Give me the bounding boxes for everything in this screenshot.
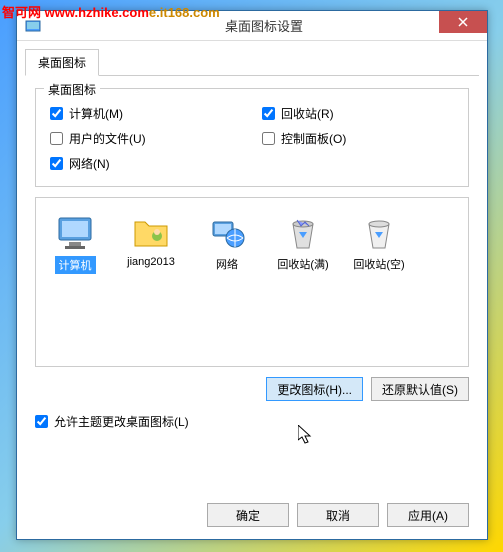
icon-item-user[interactable]: jiang2013	[122, 212, 180, 268]
cancel-button[interactable]: 取消	[297, 503, 379, 527]
apply-button[interactable]: 应用(A)	[387, 503, 469, 527]
check-network[interactable]: 网络(N)	[50, 155, 242, 172]
icon-label-network: 网络	[216, 256, 238, 272]
watermark: 智可网 www.hzhike.come.it168.com	[2, 2, 220, 21]
network-icon	[207, 212, 247, 252]
groupbox-title: 桌面图标	[44, 81, 100, 98]
icon-label-recycle-empty: 回收站(空)	[353, 256, 404, 272]
recycle-full-icon	[283, 212, 323, 252]
check-controlpanel[interactable]: 控制面板(O)	[262, 130, 454, 147]
restore-default-button[interactable]: 还原默认值(S)	[371, 377, 469, 401]
checkbox-controlpanel[interactable]	[262, 132, 275, 145]
check-allow-theme[interactable]: 允许主题更改桌面图标(L)	[35, 413, 469, 430]
folder-user-icon	[131, 212, 171, 252]
checkbox-network[interactable]	[50, 157, 63, 170]
tab-strip: 桌面图标	[25, 49, 479, 76]
checkbox-allow-theme[interactable]	[35, 415, 48, 428]
icon-item-network[interactable]: 网络	[198, 212, 256, 272]
icon-item-recycle-empty[interactable]: 回收站(空)	[350, 212, 408, 272]
recycle-empty-icon	[359, 212, 399, 252]
computer-icon	[55, 212, 95, 252]
check-userfiles[interactable]: 用户的文件(U)	[50, 130, 242, 147]
check-computer[interactable]: 计算机(M)	[50, 105, 242, 122]
icon-item-computer[interactable]: 计算机	[46, 212, 104, 274]
tab-desktop-icons[interactable]: 桌面图标	[25, 49, 99, 76]
dialog-button-row: 确定 取消 应用(A)	[207, 503, 469, 527]
icon-item-recycle-full[interactable]: 回收站(满)	[274, 212, 332, 272]
close-button[interactable]	[439, 11, 487, 33]
icon-label-computer: 计算机	[55, 256, 96, 274]
icon-label-user: jiang2013	[127, 256, 175, 268]
checkbox-recycle[interactable]	[262, 107, 275, 120]
groupbox-desktop-icons: 桌面图标 计算机(M) 回收站(R) 用户的文件(U) 控制面板(O)	[35, 88, 469, 187]
dialog-window: 桌面图标设置 桌面图标 桌面图标 计算机(M) 回收站(R) 用户的文件(U)	[16, 10, 488, 540]
check-recycle[interactable]: 回收站(R)	[262, 105, 454, 122]
checkbox-computer[interactable]	[50, 107, 63, 120]
icon-preview-area: 计算机 jiang2013 网络 回收站(满)	[35, 197, 469, 367]
checkbox-userfiles[interactable]	[50, 132, 63, 145]
change-icon-button[interactable]: 更改图标(H)...	[266, 377, 363, 401]
icon-button-row: 更改图标(H)... 还原默认值(S)	[35, 377, 469, 401]
ok-button[interactable]: 确定	[207, 503, 289, 527]
icon-label-recycle-full: 回收站(满)	[277, 256, 328, 272]
tab-content: 桌面图标 计算机(M) 回收站(R) 用户的文件(U) 控制面板(O)	[17, 76, 487, 442]
